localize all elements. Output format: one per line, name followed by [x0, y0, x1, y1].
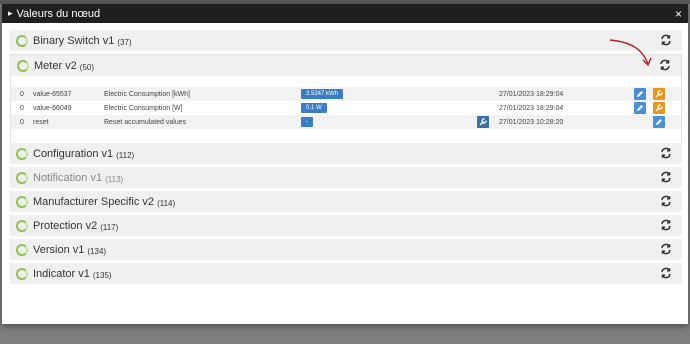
ring-icon [17, 59, 29, 72]
section-count: (134) [87, 247, 107, 256]
date-cell: 27/01/2023 10:28:20 [499, 118, 564, 126]
date-cell: 27/01/2023 18:29:04 [499, 104, 564, 112]
value-label-cell: Reset accumulated values [104, 118, 187, 126]
table-row: 0 value-66049 Electric Consumption [W] 0… [11, 101, 681, 115]
table-row: 0 value-65537 Electric Consumption [kWh]… [11, 87, 681, 101]
refresh-icon[interactable] [660, 219, 672, 231]
ring-icon [16, 243, 28, 256]
section-count: (135) [92, 271, 112, 280]
section-count: (113) [105, 175, 124, 184]
wrench-icon [655, 90, 663, 98]
close-button[interactable]: × [675, 7, 682, 21]
edit-button[interactable] [634, 102, 646, 114]
modal-title: Valeurs du nœud [16, 7, 101, 20]
value-badge: 3.5247 kWh [301, 89, 344, 99]
edit-button[interactable] [634, 88, 646, 100]
instance-cell: 0 [20, 90, 24, 98]
pencil-icon [637, 91, 643, 97]
section-title: Protection v2 [33, 219, 98, 232]
section-title: Configuration v1 [33, 147, 114, 160]
table-row: 0 reset Reset accumulated values - 27/01… [11, 115, 681, 129]
node-values-modal: ▸ Valeurs du nœud × Binary Switch v1 (37… [2, 4, 688, 324]
refresh-icon[interactable] [660, 34, 672, 46]
reset-button[interactable] [477, 116, 489, 128]
section-indicator[interactable]: Indicator v1 (135) [10, 263, 682, 284]
wrench-icon [655, 104, 663, 112]
edit-button[interactable] [653, 116, 665, 128]
value-badge: 0.1 W [301, 103, 327, 113]
value-label-cell: Electric Consumption [W] [104, 104, 183, 112]
annotation-arrow [609, 39, 652, 67]
pencil-icon [637, 105, 643, 111]
modal-header: ▸ Valeurs du nœud × [2, 4, 688, 23]
section-count: (50) [79, 63, 95, 72]
section-meter[interactable]: Meter v2 (50) [11, 55, 681, 76]
value-id-cell: reset [33, 118, 49, 126]
section-binary-switch[interactable]: Binary Switch v1 (37) [10, 30, 682, 51]
refresh-icon[interactable] [659, 59, 671, 71]
section-configuration[interactable]: Configuration v1 (112) [10, 143, 682, 164]
ring-icon [16, 267, 28, 280]
section-title: Indicator v1 [33, 267, 90, 280]
refresh-icon[interactable] [660, 195, 672, 207]
chevron-right-icon: ▸ [8, 8, 13, 18]
config-button[interactable] [653, 102, 665, 114]
ring-icon [16, 219, 28, 232]
section-title: Binary Switch v1 [33, 34, 115, 47]
ring-icon [16, 147, 28, 160]
ring-icon [16, 195, 28, 208]
value-id-cell: value-66049 [33, 104, 72, 112]
value-label-cell: Electric Consumption [kWh] [104, 90, 190, 98]
section-count: (117) [100, 223, 119, 232]
instance-cell: 0 [20, 118, 24, 126]
section-manufacturer-specific[interactable]: Manufacturer Specific v2 (114) [10, 191, 682, 212]
section-title: Meter v2 [34, 59, 77, 72]
instance-cell: 0 [20, 104, 24, 112]
date-cell: 27/01/2023 18:29:04 [499, 90, 564, 98]
section-count: (114) [157, 199, 176, 208]
section-count: (37) [117, 38, 132, 47]
section-title: Manufacturer Specific v2 [33, 195, 155, 208]
refresh-icon[interactable] [660, 267, 672, 279]
config-button[interactable] [653, 88, 665, 100]
ring-icon [16, 34, 28, 47]
value-id-cell: value-65537 [33, 90, 72, 98]
section-protection[interactable]: Protection v2 (117) [10, 215, 682, 236]
section-notification[interactable]: Notification v1 (113) [10, 167, 682, 188]
section-version[interactable]: Version v1 (134) [10, 239, 682, 260]
refresh-icon[interactable] [660, 171, 672, 183]
section-title: Notification v1 [33, 171, 103, 184]
wrench-icon [479, 118, 487, 126]
refresh-icon[interactable] [660, 147, 672, 159]
refresh-icon[interactable] [660, 243, 672, 255]
section-title: Version v1 [33, 243, 85, 256]
value-badge: - [301, 117, 313, 127]
section-count: (112) [116, 151, 135, 160]
pencil-icon [656, 119, 662, 125]
ring-icon [16, 171, 28, 184]
